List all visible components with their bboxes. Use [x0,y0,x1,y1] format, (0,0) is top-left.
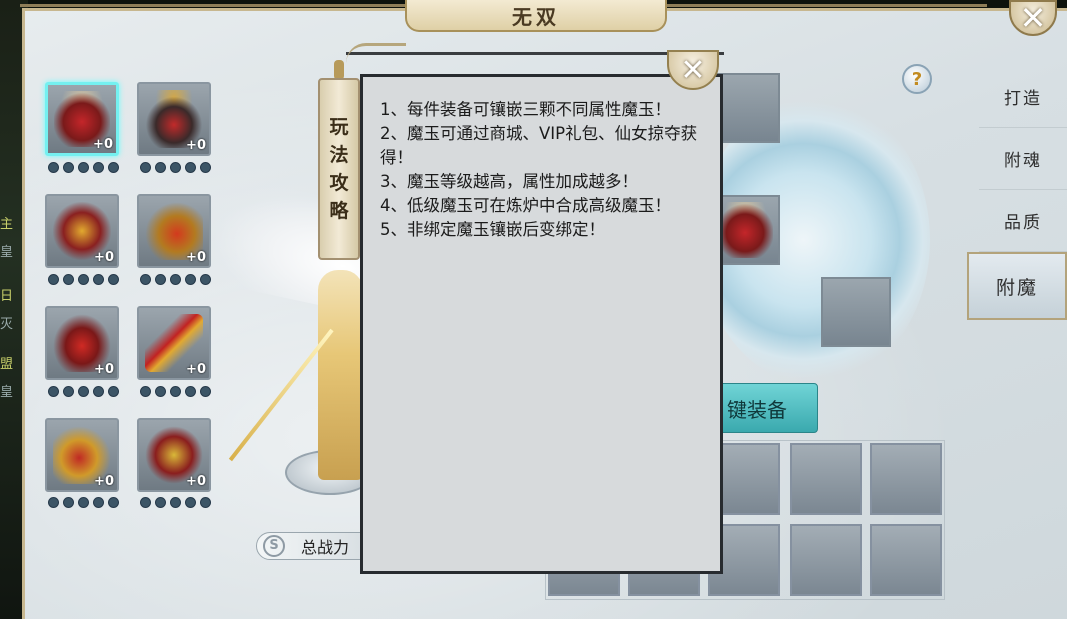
enhance-level: +0 [94,250,114,265]
window-title: 无双 [405,0,667,32]
background-text: 盟 [0,357,14,372]
inventory-slot[interactable] [790,524,862,596]
equip-slot-necklace[interactable]: +0 [137,82,211,156]
help-icon[interactable]: ? [902,64,932,94]
gem-slot[interactable] [821,277,891,347]
scroll-ornament [334,60,344,80]
guide-line: 1、每件装备可镶嵌三颗不同属性魔玉！ [380,100,671,119]
guide-text: 1、每件装备可镶嵌三颗不同属性魔玉！ 2、魔玉可通过商城、VIP礼包、仙女掠夺获… [380,98,710,242]
star-dots [48,162,119,173]
star-dots [48,386,119,397]
guide-tab-char: 略 [329,200,349,222]
title-ornament [667,4,987,7]
enhance-level: +0 [186,250,206,265]
background-text: 皇 [0,245,14,260]
guide-tab: 玩 法 攻 略 [318,78,360,260]
helmet-icon [717,202,773,258]
equip-slot-ring[interactable]: +0 [137,194,211,268]
background-text: 皇 [0,385,14,400]
background-text: 灭 [0,317,14,332]
tab-enchant[interactable]: 附魔 [967,252,1067,320]
equip-slot-belt[interactable]: +0 [45,306,119,380]
title-ornament [20,4,405,7]
inventory-slot[interactable] [790,443,862,515]
enhance-level: +0 [94,474,114,489]
equip-slot-weapon[interactable]: +0 [137,306,211,380]
inventory-slot[interactable] [870,443,942,515]
power-icon: S [263,535,285,557]
equip-slot-helmet[interactable]: +0 [45,82,119,156]
guide-tab-char: 玩 [329,116,349,138]
inventory-slot[interactable] [870,524,942,596]
star-dots [140,386,211,397]
tab-forge[interactable]: 打造 [979,66,1067,128]
guide-tab-char: 法 [329,144,349,166]
enhance-level: +0 [93,137,113,152]
equip-slot-boots[interactable]: +0 [45,418,119,492]
star-dots [140,274,211,285]
total-power-label: 总战力 [301,538,350,557]
character-model [318,270,363,480]
guide-line: 4、低级魔玉可在炼炉中合成高级魔玉！ [380,196,671,215]
side-tabs: 打造 附魂 品质 附魔 [967,66,1067,320]
star-dots [48,274,119,285]
enhance-level: +0 [186,138,206,153]
enhance-level: +0 [186,474,206,489]
tab-soul[interactable]: 附魂 [979,128,1067,190]
equip-slot-talisman[interactable]: +0 [137,418,211,492]
background-text: 日 [0,289,14,304]
guide-line: 2、魔玉可通过商城、VIP礼包、仙女掠夺获得！ [380,124,698,167]
enhance-level: +0 [186,362,206,377]
tab-quality[interactable]: 品质 [979,190,1067,252]
guide-line: 3、魔玉等级越高，属性加成越多！ [380,172,638,191]
background-text: 主 [0,217,14,232]
guide-line: 5、非绑定魔玉镶嵌后变绑定！ [380,220,605,239]
equip-slot-armor[interactable]: +0 [45,194,119,268]
star-dots [48,497,119,508]
total-power-bar: S 总战力 [256,532,376,560]
star-dots [140,497,211,508]
star-dots [140,162,211,173]
guide-tab-char: 攻 [329,172,349,194]
enhance-level: +0 [94,362,114,377]
